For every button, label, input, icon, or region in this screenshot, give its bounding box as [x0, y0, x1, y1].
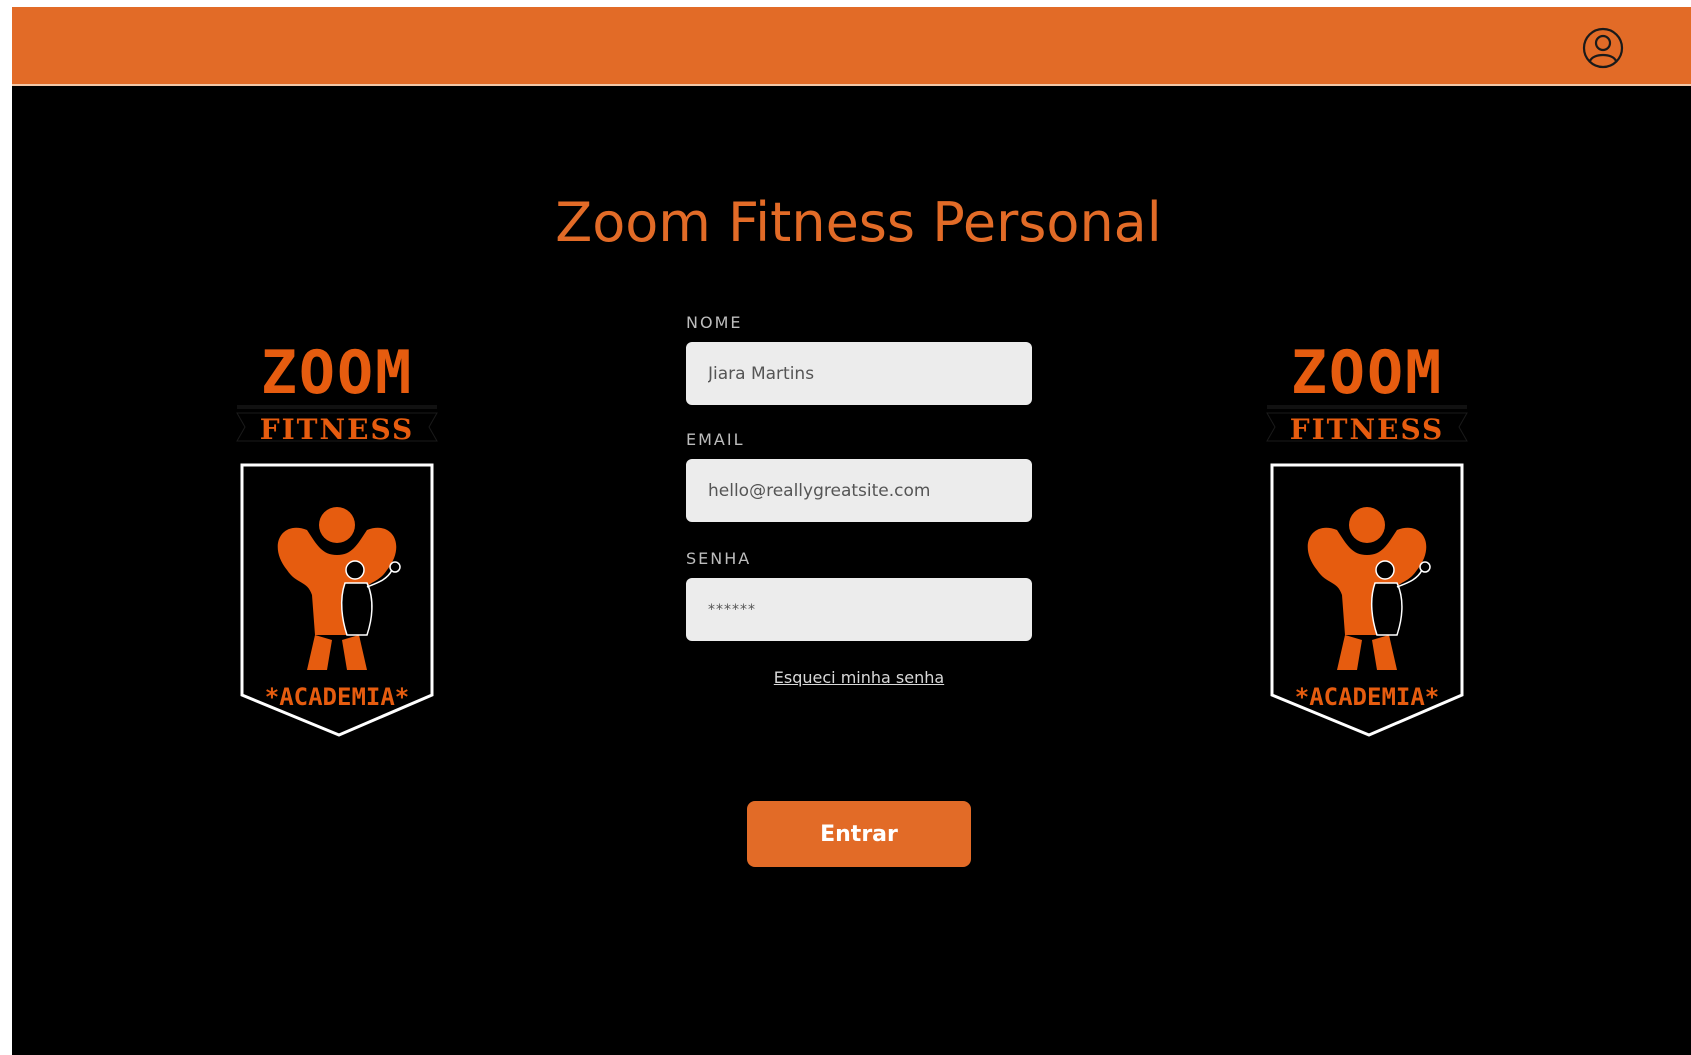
password-field[interactable]	[686, 578, 1032, 641]
name-field[interactable]	[686, 342, 1032, 405]
logo-zoom-text: ZOOM	[1291, 338, 1444, 408]
login-button[interactable]: Entrar	[747, 801, 971, 867]
email-label: EMAIL	[686, 430, 745, 449]
email-field[interactable]	[686, 459, 1032, 522]
name-label: NOME	[686, 313, 743, 332]
zoom-fitness-logo-left: ZOOM FITNESS *ACADEMIA*	[236, 338, 438, 737]
app-frame: Zoom Fitness Personal ZOOM FITNESS *ACAD…	[12, 7, 1691, 1055]
logo-fitness-text: FITNESS	[260, 413, 415, 446]
logo-fitness-text: FITNESS	[1290, 413, 1445, 446]
forgot-password-link[interactable]: Esqueci minha senha	[686, 668, 1032, 687]
password-label: SENHA	[686, 549, 752, 568]
logo-academia-text: *ACADEMIA*	[265, 683, 410, 711]
logo-zoom-text: ZOOM	[261, 338, 414, 408]
logo-academia-text: *ACADEMIA*	[1295, 683, 1440, 711]
user-circle-icon[interactable]	[1582, 27, 1624, 69]
top-bar	[12, 7, 1691, 86]
zoom-fitness-logo-right: ZOOM FITNESS *ACADEMIA*	[1266, 338, 1468, 737]
page-title: Zoom Fitness Personal	[555, 191, 1162, 255]
